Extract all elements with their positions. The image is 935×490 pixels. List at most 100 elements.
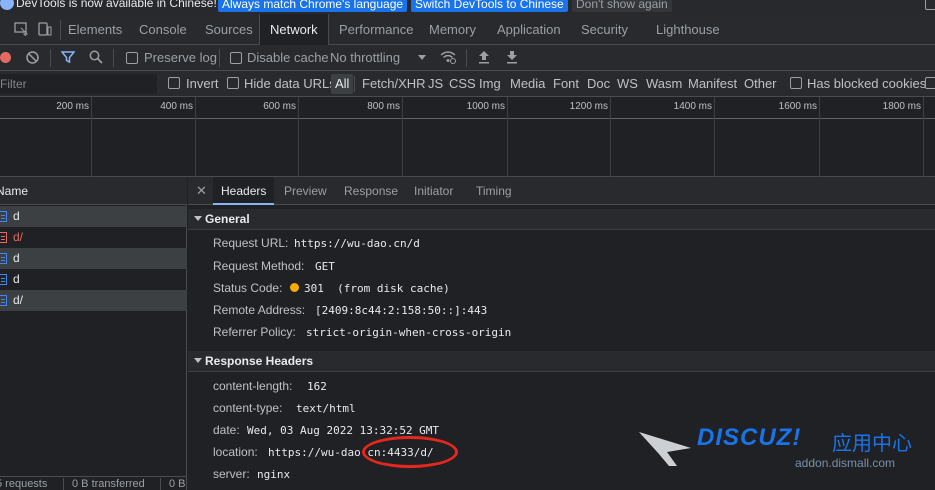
filter-input[interactable]: Filter [0, 74, 157, 94]
match-language-button[interactable]: Always match Chrome's language [218, 0, 408, 12]
remote-address-value: [2409:8c44:2:158:50::]:443 [315, 304, 488, 317]
type-filter-font[interactable]: Font [553, 75, 579, 93]
tick-label: 1000 ms [466, 101, 505, 112]
preserve-log-checkbox[interactable] [126, 52, 138, 64]
search-icon[interactable] [89, 50, 103, 64]
close-icon[interactable]: ✕ [196, 183, 207, 199]
record-icon[interactable] [0, 52, 11, 63]
request-row[interactable] [0, 290, 187, 311]
grid-line [195, 97, 196, 177]
tick-label: 400 ms [160, 101, 193, 112]
type-filter-wasm[interactable]: Wasm [646, 75, 682, 93]
tab-console[interactable]: Console [139, 14, 187, 45]
transferred-size: 0 B transferred [72, 478, 145, 490]
import-har-icon[interactable] [478, 50, 490, 64]
request-name: d/ [13, 293, 24, 307]
type-filter-media[interactable]: Media [510, 75, 545, 93]
server-label: server: [213, 467, 250, 481]
tab-elements[interactable]: Elements [68, 14, 122, 45]
tab-memory[interactable]: Memory [429, 14, 476, 45]
tick-label: 200 ms [56, 101, 89, 112]
chevron-down-icon [418, 55, 426, 60]
document-icon [0, 232, 7, 243]
tab-lighthouse[interactable]: Lighthouse [656, 14, 720, 45]
type-filter-doc[interactable]: Doc [587, 75, 610, 93]
type-filter-js[interactable]: JS [428, 75, 443, 93]
tab-sources[interactable]: Sources [205, 14, 253, 45]
invert-label: Invert [186, 76, 219, 91]
tab-performance[interactable]: Performance [339, 14, 413, 45]
grid-line [402, 97, 403, 177]
type-filter-img[interactable]: Img [479, 75, 501, 93]
grid-line [923, 97, 924, 177]
timeline-overview[interactable] [0, 119, 935, 177]
clear-icon[interactable] [26, 51, 39, 64]
network-conditions-icon[interactable] [440, 50, 456, 64]
tab-timing[interactable]: Timing [476, 177, 512, 205]
tab-headers[interactable]: Headers [213, 177, 275, 205]
invert-checkbox[interactable] [168, 77, 180, 89]
name-column-header[interactable]: Name [0, 184, 28, 198]
tab-response[interactable]: Response [344, 177, 398, 205]
tab-initiator[interactable]: Initiator [414, 177, 453, 205]
throttling-select[interactable]: No throttling [330, 49, 400, 67]
infobar-message: DevTools is now available in Chinese! [16, 0, 217, 10]
content-type-value: text/html [296, 402, 356, 415]
tick-label: 1200 ms [569, 101, 608, 112]
tick-label: 1400 ms [673, 101, 712, 112]
filter-icon[interactable] [60, 50, 76, 64]
toolbar-separator [466, 49, 467, 67]
summary-separator [160, 478, 161, 490]
content-length-label: content-length: [213, 379, 293, 393]
grid-line [819, 97, 820, 177]
request-row[interactable] [0, 269, 187, 290]
tab-application[interactable]: Application [497, 14, 561, 45]
request-row[interactable] [0, 227, 187, 248]
dont-show-again-button[interactable]: Don't show again [572, 0, 672, 12]
expand-triangle-icon [194, 358, 202, 363]
close-infobar-checkbox[interactable] [925, 0, 935, 10]
grid-line [91, 97, 92, 177]
requests-count: 5 requests [0, 478, 48, 490]
referrer-policy-label: Referrer Policy: [213, 325, 296, 339]
request-name: d [13, 272, 20, 286]
request-method-value: GET [315, 260, 335, 273]
document-icon [0, 211, 7, 222]
status-code-value: 301 (from disk cache) [304, 282, 450, 295]
general-section-title: General [205, 212, 250, 226]
request-method-label: Request Method: [213, 259, 305, 273]
type-filter-all[interactable]: All [331, 74, 354, 94]
type-filter-manifest[interactable]: Manifest [688, 75, 737, 93]
inspect-element-icon[interactable] [14, 22, 29, 37]
resources-size: 0 B [169, 478, 186, 490]
summary-separator [63, 478, 64, 490]
request-url-value: https://wu-dao.cn/d [294, 237, 420, 250]
disable-cache-checkbox[interactable] [230, 52, 242, 64]
hide-data-urls-checkbox[interactable] [227, 77, 239, 89]
type-filter-fetch-xhr[interactable]: Fetch/XHR [362, 75, 426, 93]
grid-line [610, 97, 611, 177]
content-type-label: content-type: [213, 401, 283, 415]
switch-to-chinese-button[interactable]: Switch DevTools to Chinese [411, 0, 568, 12]
request-name: d [13, 209, 20, 223]
type-filter-css[interactable]: CSS [449, 75, 476, 93]
type-filter-ws[interactable]: WS [617, 75, 638, 93]
has-blocked-cookies-checkbox[interactable] [790, 77, 802, 89]
type-filter-other[interactable]: Other [744, 75, 777, 93]
tab-preview[interactable]: Preview [284, 177, 327, 205]
export-har-icon[interactable] [506, 50, 518, 64]
general-section-header[interactable] [188, 209, 935, 230]
tick-label: 1800 ms [882, 101, 921, 112]
document-icon [0, 274, 7, 285]
toolbar-separator [219, 49, 220, 67]
blocked-requests-checkbox[interactable] [925, 77, 935, 89]
grid-line [298, 97, 299, 177]
tab-network[interactable]: Network [259, 14, 329, 45]
filter-placeholder: Filter [0, 77, 27, 91]
device-toolbar-icon[interactable] [38, 22, 52, 36]
request-row[interactable] [0, 206, 187, 227]
request-row[interactable] [0, 248, 187, 269]
tab-security[interactable]: Security [581, 14, 628, 45]
grid-line [714, 97, 715, 177]
grid-line [507, 97, 508, 177]
